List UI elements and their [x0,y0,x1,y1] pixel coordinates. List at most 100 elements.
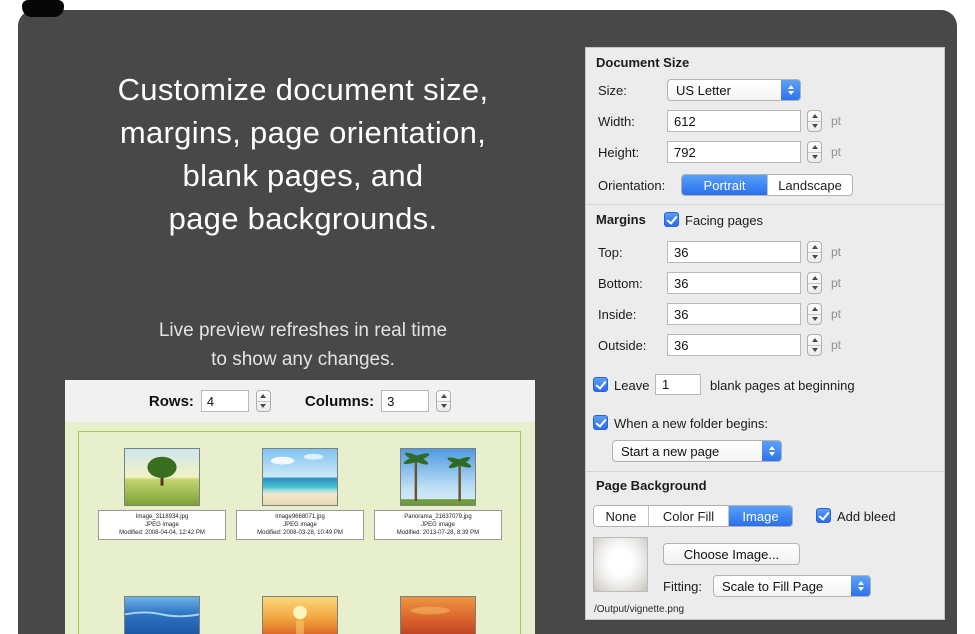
background-image-path: /Output/vignette.png [594,604,684,615]
margin-inside-input[interactable] [667,303,801,325]
stepper-up-button[interactable] [257,391,270,401]
facing-pages-checkbox[interactable] [664,212,679,227]
height-unit: pt [831,145,841,159]
size-label: Size: [598,83,627,98]
chevron-down-icon [812,286,818,290]
margin-bottom-input[interactable] [667,272,801,294]
choose-image-button[interactable]: Choose Image... [663,543,800,565]
add-bleed-checkbox[interactable] [816,508,831,523]
chevron-up-icon [812,276,818,280]
thumbnail-caption: Image9668071.jpg JPEG image Modified: 20… [236,510,364,540]
width-input[interactable] [667,110,801,132]
thumbnail-row [65,596,535,634]
stepper-down-button[interactable] [808,252,821,263]
hero-title-line: Customize document size, [48,68,558,111]
blank-pages-count-input[interactable] [655,374,701,395]
stepper-down-button[interactable] [437,401,450,412]
document-size-header: Document Size [596,55,689,70]
margin-inside-stepper[interactable] [807,303,822,325]
columns-stepper[interactable] [436,390,451,412]
new-folder-action-popup[interactable]: Start a new page [612,440,782,462]
caption-kind: JPEG image [101,521,223,529]
margins-header: Margins [596,212,646,227]
new-folder-checkbox[interactable] [593,415,608,430]
caption-filename: Image_3118934.jpg [101,513,223,521]
hero-title: Customize document size, margins, page o… [48,68,558,240]
background-color-fill-segment[interactable]: Color Fill [648,506,728,526]
stepper-up-button[interactable] [437,391,450,401]
margin-top-label: Top: [598,245,623,260]
chevron-up-icon [812,307,818,311]
height-input[interactable] [667,141,801,163]
columns-label: Columns: [305,393,374,410]
chevron-down-icon [812,317,818,321]
chevron-down-icon [812,348,818,352]
popup-arrows-icon [762,441,781,461]
thumbnail-cell [369,596,507,634]
hero-subtitle: Live preview refreshes in real time to s… [48,316,558,374]
photo-palm-trees [400,448,476,506]
margin-top-stepper[interactable] [807,241,822,263]
columns-input[interactable] [381,390,429,412]
stepper-up-button[interactable] [808,304,821,314]
fitting-popup-value: Scale to Fill Page [714,576,851,596]
stepper-up-button[interactable] [808,111,821,121]
margin-bottom-label: Bottom: [598,276,643,291]
height-stepper[interactable] [807,141,822,163]
fitting-popup[interactable]: Scale to Fill Page [713,575,871,597]
photo-tree-field [124,448,200,506]
chevron-up-icon [441,394,447,398]
settings-panel: Document Size Size: US Letter Width: pt … [585,47,945,620]
background-image-segment[interactable]: Image [728,506,792,526]
screenshot-canvas: Customize document size, margins, page o… [0,0,975,634]
background-none-segment[interactable]: None [594,506,648,526]
popup-arrows-icon [851,576,870,596]
chevron-down-icon [812,255,818,259]
thumbnail-cell [231,596,369,634]
margin-inside-label: Inside: [598,307,636,322]
stepper-down-button[interactable] [808,345,821,356]
margin-bottom-unit: pt [831,276,841,290]
separator [586,204,944,205]
thumbnail-cell: Panorama_21637079.jpg JPEG image Modifie… [369,448,507,540]
size-popup[interactable]: US Letter [667,79,801,101]
stepper-down-button[interactable] [257,401,270,412]
stepper-down-button[interactable] [808,314,821,325]
leave-blank-pages-checkbox[interactable] [593,377,608,392]
thumbnail-caption: Image_3118934.jpg JPEG image Modified: 2… [98,510,226,540]
stepper-up-button[interactable] [808,335,821,345]
caption-modified: Modified: 2008-04-04, 12:42 PM [101,529,223,537]
margin-outside-input[interactable] [667,334,801,356]
hero-subtitle-line: to show any changes. [48,345,558,374]
stepper-down-button[interactable] [808,121,821,132]
chevron-up-icon [812,114,818,118]
thumbnail-cell: Image9668071.jpg JPEG image Modified: 20… [231,448,369,540]
margin-top-unit: pt [831,245,841,259]
stepper-up-button[interactable] [808,142,821,152]
orientation-landscape-segment[interactable]: Landscape [767,175,852,195]
chevron-up-icon [769,446,775,450]
orientation-portrait-segment[interactable]: Portrait [682,175,767,195]
new-folder-label: When a new folder begins: [614,416,768,431]
width-stepper[interactable] [807,110,822,132]
separator [586,471,944,472]
stepper-down-button[interactable] [808,283,821,294]
columns-control-group: Columns: [305,390,451,412]
stepper-up-button[interactable] [808,242,821,252]
chevron-down-icon [788,91,794,95]
stepper-up-button[interactable] [808,273,821,283]
margin-top-input[interactable] [667,241,801,263]
margin-outside-stepper[interactable] [807,334,822,356]
rows-input[interactable] [201,390,249,412]
thumbnail-cell [93,596,231,634]
leave-label: Leave [614,378,649,393]
caption-kind: JPEG image [239,521,361,529]
margin-outside-unit: pt [831,338,841,352]
stepper-down-button[interactable] [808,152,821,163]
chevron-down-icon [769,452,775,456]
caption-filename: Image9668071.jpg [239,513,361,521]
margin-bottom-stepper[interactable] [807,272,822,294]
rows-stepper[interactable] [256,390,271,412]
live-preview-panel: Rows: Columns: [65,380,535,634]
facing-pages-label: Facing pages [685,213,763,228]
